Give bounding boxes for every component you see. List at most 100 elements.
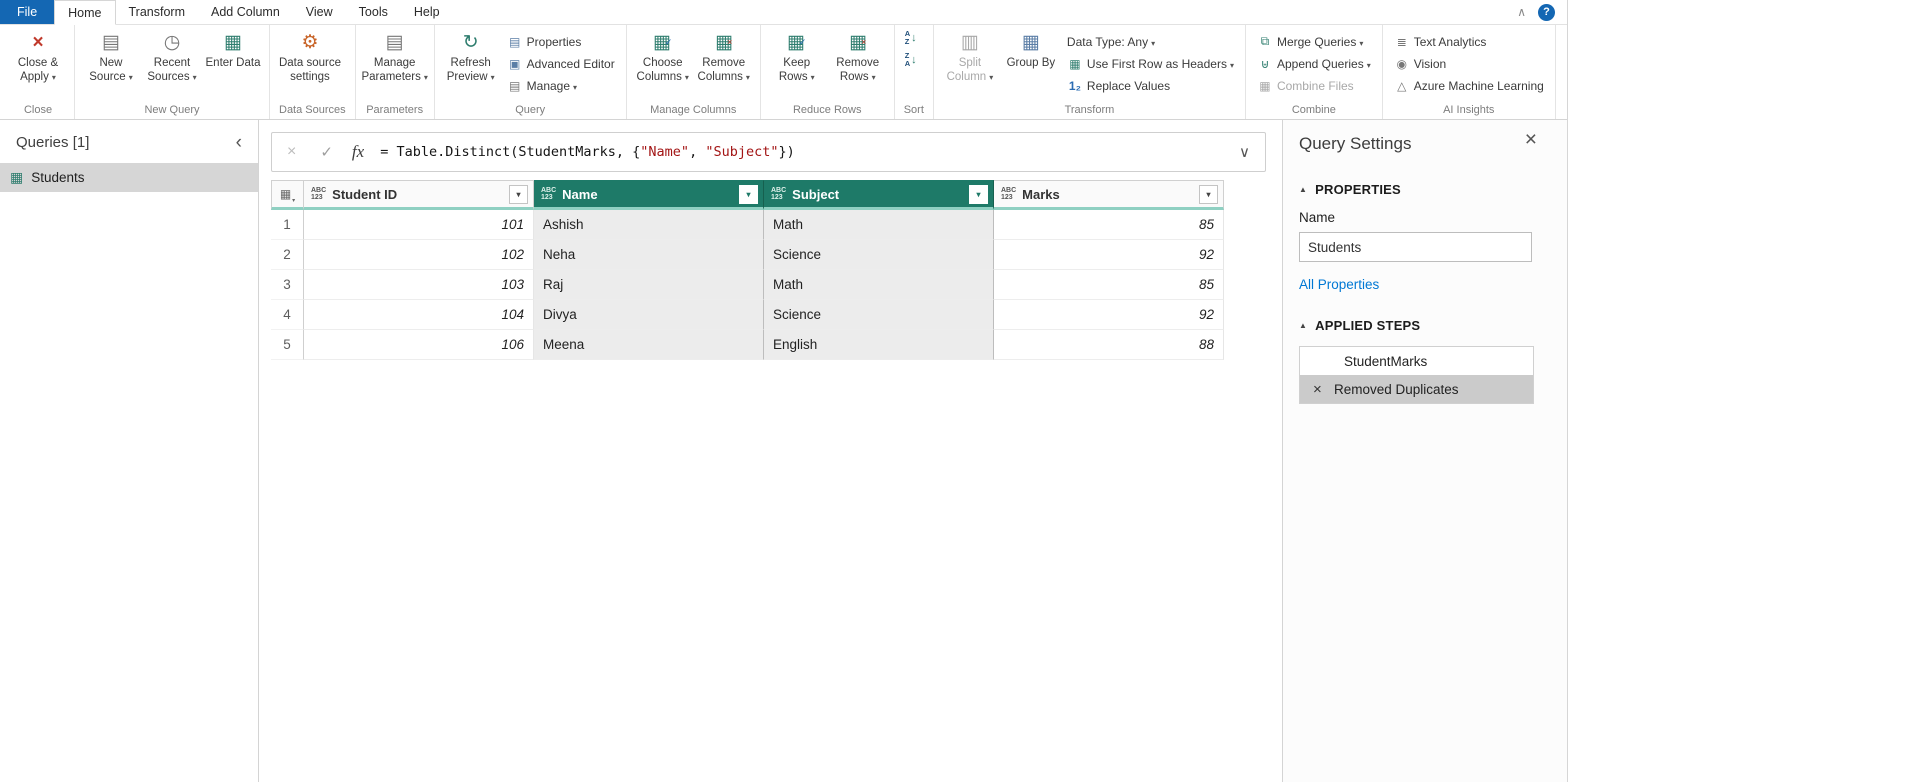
column-header-marks[interactable]: ABC123Marks▾ [994,180,1224,210]
dropdown-caret-icon: ▾ [685,73,689,82]
filter-dropdown-icon[interactable]: ▾ [739,185,758,204]
vision-button[interactable]: ◉ Vision [1390,53,1548,74]
properties-button[interactable]: ▤ Properties [503,31,619,52]
remove-rows-button[interactable]: ▦× Remove Rows▾ [829,28,887,85]
close-icon[interactable]: × [1525,130,1537,150]
sort-descending-button[interactable]: ZA ↓ [902,50,920,70]
button-label: Replace Values [1087,79,1170,93]
data-type-button[interactable]: Data Type: Any▾ [1063,31,1238,52]
applied-step-studentmarks[interactable]: StudentMarks [1300,347,1533,375]
commit-formula-icon[interactable]: ✓ [307,143,346,161]
cell-marks[interactable]: 88 [994,330,1224,360]
manage-parameters-button[interactable]: ▤ Manage Parameters▾ [363,28,427,85]
button-label: Advanced Editor [527,57,615,71]
cell-student-id[interactable]: 103 [304,270,534,300]
all-properties-link[interactable]: All Properties [1299,277,1549,292]
cell-student-id[interactable]: 101 [304,210,534,240]
cell-marks[interactable]: 92 [994,240,1224,270]
replace-values-button[interactable]: 1₂ Replace Values [1063,75,1238,96]
manage-button[interactable]: ▤ Manage▾ [503,75,619,96]
ribbon-group-label: Close [9,102,67,119]
cell-subject[interactable]: Math [764,210,994,240]
delete-step-icon[interactable]: × [1300,381,1334,398]
filter-dropdown-icon[interactable]: ▾ [1199,185,1218,204]
split-column-button[interactable]: ▥ Split Column▾ [941,28,999,85]
azure-machine-learning-button[interactable]: △ Azure Machine Learning [1390,75,1548,96]
query-name-input[interactable] [1299,232,1532,262]
collapse-panel-icon[interactable]: ‹ [236,136,242,150]
button-label: Keep Rows▾ [768,57,826,85]
cell-subject[interactable]: Science [764,300,994,330]
table-row: 4104DivyaScience92 [271,300,1282,330]
cell-name[interactable]: Divya [534,300,764,330]
filter-dropdown-icon[interactable]: ▾ [509,185,528,204]
column-name: Student ID [332,187,503,202]
tab-help[interactable]: Help [401,0,453,24]
ribbon-group-reduce-rows: ▦✓ Keep Rows▾ ▦× Remove Rows▾ Reduce Row… [761,25,895,119]
applied-step-removed-duplicates[interactable]: ×Removed Duplicates [1300,375,1533,403]
row-number[interactable]: 1 [271,210,304,240]
keep-rows-button[interactable]: ▦✓ Keep Rows▾ [768,28,826,85]
chevron-down-icon: ▾ [292,197,295,204]
row-number[interactable]: 3 [271,270,304,300]
row-number[interactable]: 2 [271,240,304,270]
tab-tools[interactable]: Tools [346,0,401,24]
tab-file[interactable]: File [0,0,54,24]
cell-name[interactable]: Raj [534,270,764,300]
column-header-name[interactable]: ABC123Name▾ [534,180,764,210]
combine-files-button[interactable]: ▦ Combine Files [1253,75,1375,96]
keep-rows-icon: ▦✓ [787,30,807,55]
cell-marks[interactable]: 85 [994,270,1224,300]
grid-select-all-corner[interactable]: ▦▾ [271,180,304,210]
cell-marks[interactable]: 85 [994,210,1224,240]
button-label: Enter Data [206,57,261,71]
formula-input[interactable]: = Table.Distinct(StudentMarks, {"Name", … [380,144,1224,160]
close-apply-icon: × [32,30,43,55]
cell-student-id[interactable]: 104 [304,300,534,330]
collapse-ribbon-icon[interactable]: ∧ [1517,5,1526,19]
cell-subject[interactable]: Science [764,240,994,270]
tab-add-column[interactable]: Add Column [198,0,293,24]
recent-sources-button[interactable]: ◷ Recent Sources▾ [143,28,201,85]
append-queries-button[interactable]: ⊎ Append Queries▾ [1253,53,1375,74]
query-settings-title: Query Settings [1299,134,1549,154]
enter-data-button[interactable]: ▦ Enter Data [204,28,262,71]
cell-student-id[interactable]: 106 [304,330,534,360]
applied-steps-section-header[interactable]: ▲ APPLIED STEPS [1299,318,1549,333]
filter-dropdown-icon[interactable]: ▾ [969,185,988,204]
group-by-button[interactable]: ▦ Group By [1002,28,1060,71]
refresh-preview-button[interactable]: ↻ Refresh Preview▾ [442,28,500,85]
cell-student-id[interactable]: 102 [304,240,534,270]
cell-marks[interactable]: 92 [994,300,1224,330]
remove-columns-button[interactable]: ▦× Remove Columns▾ [695,28,753,85]
data-source-settings-button[interactable]: ⚙ Data source settings [277,28,343,85]
text-analytics-button[interactable]: ≣ Text Analytics [1390,31,1548,52]
row-number[interactable]: 5 [271,330,304,360]
dropdown-caret-icon: ▾ [1151,39,1155,48]
cell-name[interactable]: Ashish [534,210,764,240]
cancel-formula-icon[interactable]: × [272,143,307,161]
ribbon-group-ai-insights: ≣ Text Analytics ◉ Vision △ Azure Machin… [1383,25,1556,119]
merge-queries-icon: ⧉ [1257,34,1273,49]
tab-transform[interactable]: Transform [116,0,199,24]
properties-section-header[interactable]: ▲ PROPERTIES [1299,182,1549,197]
sort-ascending-button[interactable]: AZ ↓ [902,28,920,48]
column-header-student-id[interactable]: ABC123Student ID▾ [304,180,534,210]
tab-view[interactable]: View [293,0,346,24]
advanced-editor-button[interactable]: ▣ Advanced Editor [503,53,619,74]
cell-subject[interactable]: English [764,330,994,360]
cell-name[interactable]: Meena [534,330,764,360]
query-list-item-students[interactable]: ▦ Students [0,163,258,192]
column-header-subject[interactable]: ABC123Subject▾ [764,180,994,210]
expand-formula-bar-icon[interactable]: ∨ [1224,143,1265,161]
cell-name[interactable]: Neha [534,240,764,270]
help-icon[interactable]: ? [1538,4,1555,21]
cell-subject[interactable]: Math [764,270,994,300]
new-source-button[interactable]: ▤ New Source▾ [82,28,140,85]
choose-columns-button[interactable]: ▦✓ Choose Columns▾ [634,28,692,85]
use-first-row-as-headers-button[interactable]: ▦ Use First Row as Headers▾ [1063,53,1238,74]
merge-queries-button[interactable]: ⧉ Merge Queries▾ [1253,31,1375,52]
close-and-apply-button[interactable]: × Close & Apply▾ [9,28,67,85]
tab-home[interactable]: Home [54,0,115,25]
row-number[interactable]: 4 [271,300,304,330]
